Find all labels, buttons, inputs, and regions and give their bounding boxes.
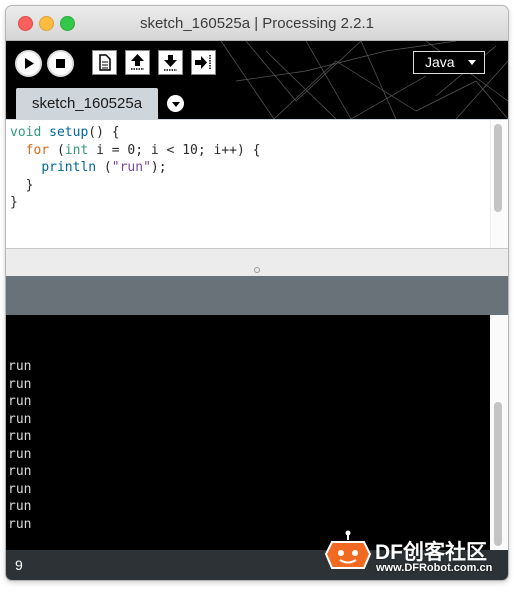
export-button[interactable] bbox=[191, 50, 216, 75]
new-document-icon bbox=[99, 54, 111, 71]
console-line: run bbox=[8, 411, 32, 427]
chevron-down-icon bbox=[468, 60, 476, 65]
console-output[interactable]: run run run run run run run run run run bbox=[6, 315, 508, 550]
window-title: sketch_160525a | Processing 2.2.1 bbox=[139, 15, 375, 32]
processing-window: sketch_160525a | Processing 2.2.1 Java s… bbox=[6, 6, 508, 580]
play-icon bbox=[25, 58, 34, 69]
console-line: run bbox=[8, 481, 32, 497]
title-bar[interactable]: sketch_160525a | Processing 2.2.1 bbox=[6, 6, 508, 41]
watermark-url: www.DFRobot.com.cn bbox=[376, 562, 493, 574]
save-button[interactable] bbox=[158, 50, 183, 75]
console-line: run bbox=[8, 464, 32, 479]
mode-selector[interactable]: Java bbox=[413, 51, 485, 74]
console-line: run bbox=[8, 359, 32, 374]
console-scrollbar-thumb[interactable] bbox=[494, 402, 502, 546]
drag-handle-icon bbox=[254, 267, 260, 273]
console-line: run bbox=[8, 429, 32, 444]
toolbar: Java sketch_160525a bbox=[6, 41, 508, 119]
upload-arrow-icon bbox=[131, 54, 144, 70]
console-line: run bbox=[8, 516, 32, 532]
editor-scrollbar-thumb[interactable] bbox=[494, 124, 502, 212]
tab-menu-button[interactable] bbox=[167, 95, 184, 112]
console-line: run bbox=[8, 499, 32, 514]
splitter-handle[interactable] bbox=[6, 248, 508, 276]
message-area bbox=[6, 276, 508, 315]
console-line: run bbox=[8, 376, 32, 392]
download-arrow-icon bbox=[164, 55, 177, 71]
line-number: 9 bbox=[15, 557, 23, 573]
open-button[interactable] bbox=[125, 50, 150, 75]
new-button[interactable] bbox=[92, 50, 117, 75]
code-text[interactable]: void setup() { for (int i = 0; i < 10; i… bbox=[10, 124, 260, 212]
code-line-2: for bbox=[25, 142, 50, 158]
mode-label: Java bbox=[425, 54, 455, 70]
code-line-1: void bbox=[10, 125, 42, 140]
code-line-3: println bbox=[41, 160, 97, 175]
chevron-down-icon bbox=[172, 102, 180, 107]
run-button[interactable] bbox=[15, 50, 42, 77]
export-arrow-icon bbox=[195, 55, 211, 70]
console-line: run bbox=[8, 394, 32, 409]
console-line: run bbox=[8, 446, 32, 462]
stop-button[interactable] bbox=[47, 50, 74, 77]
stop-icon bbox=[56, 59, 65, 68]
console-lines: run run run run run run run run run run bbox=[8, 358, 31, 533]
dfrobot-logo-icon bbox=[324, 530, 372, 569]
tab-sketch[interactable]: sketch_160525a bbox=[16, 88, 158, 119]
code-editor[interactable]: void setup() { for (int i = 0; i < 10; i… bbox=[6, 119, 508, 248]
